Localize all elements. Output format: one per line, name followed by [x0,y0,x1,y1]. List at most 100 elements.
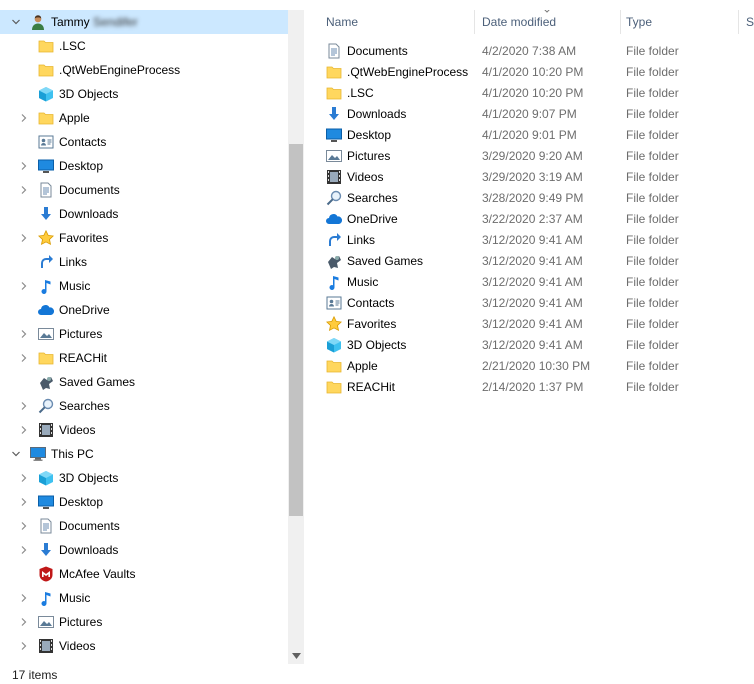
chevron-right-icon[interactable] [19,617,29,627]
file-name: Videos [347,170,384,184]
file-date-modified: 4/1/2020 10:20 PM [482,86,584,100]
nav-item[interactable]: 3D Objects [0,82,288,106]
nav-item[interactable]: Music [0,586,288,610]
nav-item-label: Videos [59,423,96,437]
nav-item[interactable]: REACHit [0,346,288,370]
chevron-right-icon[interactable] [19,521,29,531]
nav-item[interactable]: Desktop [0,154,288,178]
nav-item[interactable]: Searches [0,394,288,418]
nav-item[interactable]: Downloads [0,202,288,226]
chevron-down-icon[interactable] [11,17,21,27]
column-name[interactable]: Name [326,10,358,34]
scrollbar-thumb[interactable] [289,144,303,516]
chevron-right-icon[interactable] [19,353,29,363]
nav-item[interactable]: 3D Objects [0,466,288,490]
nav-item-label: Downloads [59,207,119,221]
file-name: Searches [347,191,398,205]
nav-item-label: Contacts [59,135,107,149]
file-row[interactable]: Music 3/12/2020 9:41 AM File folder [304,272,754,293]
file-row[interactable]: Pictures 3/29/2020 9:20 AM File folder [304,146,754,167]
nav-item[interactable]: Contacts [0,130,288,154]
nav-item[interactable]: OneDrive [0,298,288,322]
file-row[interactable]: Documents 4/2/2020 7:38 AM File folder [304,41,754,62]
nav-item[interactable]: Saved Games [0,370,288,394]
file-row[interactable]: Saved Games 3/12/2020 9:41 AM File folder [304,251,754,272]
file-type: File folder [626,254,679,268]
nav-item-label: .LSC [59,39,86,53]
chevron-right-icon[interactable] [19,545,29,555]
nav-item[interactable]: Tammy Sendifer [0,10,288,34]
column-date-modified[interactable]: Date modified [482,10,556,34]
file-row[interactable]: Downloads 4/1/2020 9:07 PM File folder [304,104,754,125]
chevron-right-icon[interactable] [19,281,29,291]
chevron-right-icon[interactable] [19,161,29,171]
nav-item[interactable]: Favorites [0,226,288,250]
chevron-right-icon[interactable] [19,329,29,339]
file-name: Saved Games [347,254,424,268]
file-row[interactable]: Links 3/12/2020 9:41 AM File folder [304,230,754,251]
file-date-modified: 2/21/2020 10:30 PM [482,359,591,373]
downloads-icon [38,542,54,558]
scroll-down-arrow-icon[interactable] [288,648,304,664]
file-row[interactable]: Favorites 3/12/2020 9:41 AM File folder [304,314,754,335]
file-date-modified: 3/29/2020 9:20 AM [482,149,583,163]
column-size[interactable]: Si [746,10,754,34]
file-date-modified: 3/12/2020 9:41 AM [482,233,583,247]
chevron-down-icon[interactable] [11,449,21,459]
file-name: Favorites [347,317,397,331]
file-row[interactable]: Desktop 4/1/2020 9:01 PM File folder [304,125,754,146]
file-name: Desktop [347,128,392,142]
nav-item[interactable]: McAfee Vaults [0,562,288,586]
nav-item[interactable]: Pictures [0,322,288,346]
chevron-right-icon[interactable] [19,473,29,483]
nav-item[interactable]: Desktop [0,490,288,514]
chevron-right-icon[interactable] [19,641,29,651]
chevron-right-icon[interactable] [19,185,29,195]
nav-item[interactable]: Apple [0,106,288,130]
chevron-right-icon[interactable] [19,497,29,507]
nav-item[interactable]: .QtWebEngineProcess [0,58,288,82]
folder-icon [38,110,54,126]
downloads-icon [326,106,342,122]
nav-item[interactable]: Documents [0,514,288,538]
file-row[interactable]: REACHit 2/14/2020 1:37 PM File folder [304,377,754,398]
chevron-right-icon[interactable] [19,425,29,435]
file-type: File folder [626,233,679,247]
chevron-right-icon[interactable] [19,401,29,411]
onedrive-icon [38,302,54,318]
file-row[interactable]: Contacts 3/12/2020 9:41 AM File folder [304,293,754,314]
nav-item[interactable]: Pictures [0,610,288,634]
file-list: Name Date modified Type Si Documents 4/2/… [304,10,754,664]
nav-item-label: Apple [59,111,90,125]
file-row[interactable]: 3D Objects 3/12/2020 9:41 AM File folder [304,335,754,356]
nav-item[interactable]: Documents [0,178,288,202]
file-row[interactable]: Apple 2/21/2020 10:30 PM File folder [304,356,754,377]
nav-item[interactable]: Videos [0,418,288,442]
file-row[interactable]: Videos 3/29/2020 3:19 AM File folder [304,167,754,188]
nav-item[interactable]: Videos [0,634,288,658]
nav-item[interactable]: This PC [0,442,288,466]
chevron-right-icon[interactable] [19,113,29,123]
column-type[interactable]: Type [626,10,652,34]
file-name: 3D Objects [347,338,407,352]
nav-scrollbar[interactable] [288,10,304,664]
nav-item-label: Documents [59,519,120,533]
desktop-icon [38,158,54,174]
column-divider[interactable] [620,10,621,34]
file-name: Music [347,275,379,289]
file-date-modified: 3/12/2020 9:41 AM [482,317,583,331]
nav-item[interactable]: Downloads [0,538,288,562]
file-row[interactable]: .LSC 4/1/2020 10:20 PM File folder [304,83,754,104]
chevron-right-icon[interactable] [19,593,29,603]
file-row[interactable]: .QtWebEngineProcess 4/1/2020 10:20 PM File… [304,62,754,83]
nav-item[interactable]: .LSC [0,34,288,58]
column-divider[interactable] [474,10,475,34]
file-type: File folder [626,170,679,184]
nav-item-label: 3D Objects [59,87,119,101]
column-divider[interactable] [738,10,739,34]
nav-item[interactable]: Music [0,274,288,298]
nav-item[interactable]: Links [0,250,288,274]
file-row[interactable]: Searches 3/28/2020 9:49 PM File folder [304,188,754,209]
chevron-right-icon[interactable] [19,233,29,243]
file-row[interactable]: OneDrive 3/22/2020 2:37 AM File folder [304,209,754,230]
